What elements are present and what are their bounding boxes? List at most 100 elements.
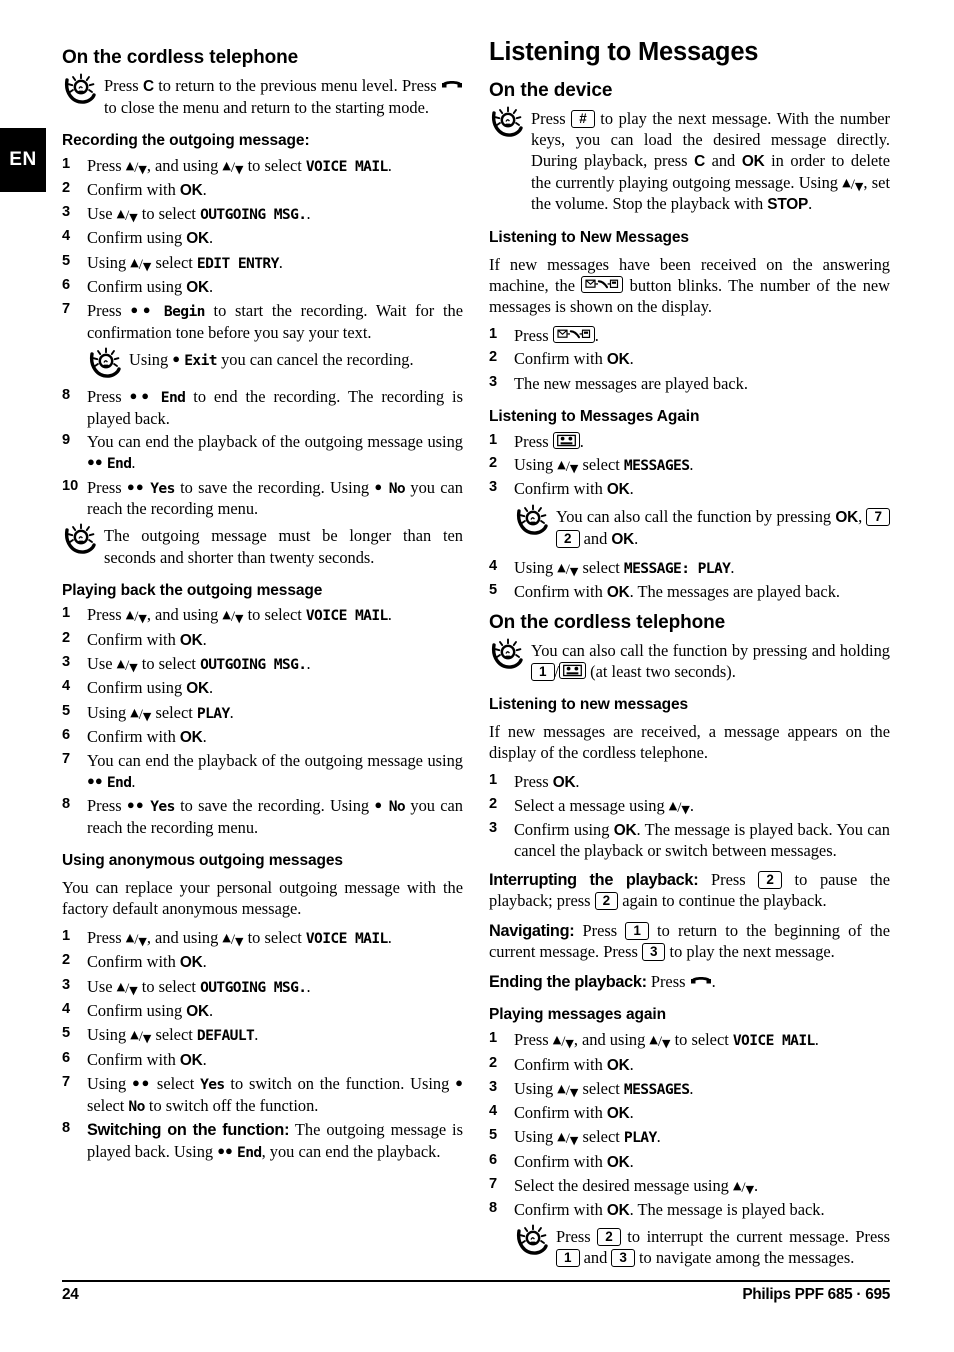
step-number: 2 bbox=[62, 179, 71, 196]
key-ok-label: OK bbox=[606, 351, 630, 369]
cordless-new-messages-intro: If new messages are received, a message … bbox=[489, 721, 890, 762]
step-text: Press bbox=[87, 928, 126, 948]
step-text: , and using bbox=[146, 605, 223, 625]
step-number: 2 bbox=[62, 629, 71, 646]
up-down-arrows-icon: ▲/▼ bbox=[125, 158, 147, 176]
recording-steps-list-continued: 8 Press ●● End to end the recording. The … bbox=[62, 386, 463, 519]
step-text: . bbox=[208, 1001, 214, 1021]
list-item: 8 Press ●● Yes to save the recording. Usi… bbox=[62, 795, 463, 838]
step-text: select bbox=[151, 1025, 197, 1045]
step-number: 3 bbox=[62, 204, 71, 221]
step-text: . bbox=[131, 453, 136, 473]
key-c-label: C bbox=[694, 153, 706, 171]
step-text: select bbox=[87, 1095, 129, 1115]
list-item: 7 Select the desired message using ▲/▼. bbox=[489, 1175, 890, 1196]
step-text: . bbox=[208, 276, 214, 296]
step-text: . bbox=[730, 557, 735, 577]
tip-text: Press bbox=[531, 108, 572, 128]
step-text: . bbox=[202, 952, 207, 972]
paragraph-text: Press bbox=[698, 869, 759, 889]
lcd-text: VOICE MAIL bbox=[732, 1032, 815, 1050]
step-number: 1 bbox=[62, 928, 71, 945]
key-ok-label: OK bbox=[606, 481, 630, 499]
tip-block-call-function-72: You can also call the function by pressi… bbox=[514, 504, 890, 550]
softkey-dot-icon: ● bbox=[374, 478, 384, 494]
list-item: 2 Confirm with OK. bbox=[62, 179, 463, 201]
list-item: 3 Confirm with OK. bbox=[489, 478, 890, 500]
list-item: 6 Confirm with OK. bbox=[489, 1151, 890, 1173]
step-text: to select bbox=[243, 155, 306, 175]
lcd-text: DEFAULT bbox=[196, 1027, 255, 1045]
paragraph-lead-in: Ending the playback: bbox=[489, 972, 647, 991]
paragraph-lead-in: Navigating: bbox=[489, 921, 575, 940]
key-ok-label: OK bbox=[186, 278, 209, 296]
tip-block-on-the-device: Press # to play the next message. With t… bbox=[489, 106, 890, 215]
heading-playing-messages-again: Playing messages again bbox=[489, 1006, 666, 1024]
step-number: 1 bbox=[62, 605, 71, 622]
list-item: 3 Use ▲/▼ to select OUTGOING MSG.. bbox=[62, 976, 463, 998]
step-text: . bbox=[278, 252, 283, 272]
step-number: 8 bbox=[62, 387, 71, 403]
playing-messages-again-steps: 1 Press ▲/▼, and using ▲/▼ to select VOIC… bbox=[489, 1029, 890, 1220]
softkey-dots-icon: ●● bbox=[87, 454, 103, 470]
heading-on-the-device: On the device bbox=[489, 80, 613, 102]
step-text: Confirm using bbox=[87, 1001, 187, 1021]
step-text: . bbox=[306, 654, 311, 673]
key-1: 1 bbox=[556, 1249, 580, 1268]
list-item: 5 Using ▲/▼ select PLAY. bbox=[62, 702, 463, 724]
tip-text: and bbox=[705, 151, 742, 171]
list-item: 1 Press ▲/▼, and using ▲/▼ to select VOIC… bbox=[62, 604, 463, 626]
step-number: 1 bbox=[489, 1030, 498, 1047]
list-item: 1 Press . bbox=[489, 325, 890, 346]
softkey-dots-icon: ●● bbox=[130, 302, 156, 318]
step-text: Confirm with bbox=[514, 1199, 607, 1219]
key-ok-label: OK bbox=[552, 773, 576, 791]
right-column: Listening to Messages On the device Pres… bbox=[489, 38, 890, 1275]
step-text: . bbox=[594, 325, 599, 345]
step-number: 6 bbox=[62, 1049, 71, 1066]
tip-text: The outgoing message must be longer than… bbox=[104, 526, 463, 567]
lcd-text: No bbox=[388, 798, 406, 816]
step-text: Press bbox=[514, 431, 553, 451]
interrupting-playback-paragraph: Interrupting the playback: Press 2 to pa… bbox=[489, 869, 890, 912]
lcd-text: End bbox=[106, 455, 132, 473]
tip-block-cancel-recording: Using ● Exit you can cancel the recordin… bbox=[87, 347, 463, 379]
cassette-key-icon bbox=[559, 661, 587, 679]
step-text: . bbox=[208, 678, 214, 698]
lightbulb-tip-icon bbox=[491, 637, 527, 671]
step-text: Using bbox=[514, 557, 558, 577]
hang-up-icon bbox=[690, 975, 712, 987]
list-item: 1 Press ▲/▼, and using ▲/▼ to select VOIC… bbox=[62, 155, 463, 177]
up-down-arrows-icon: ▲/▼ bbox=[222, 931, 244, 949]
lcd-text: Begin bbox=[163, 303, 206, 321]
step-text: select bbox=[151, 252, 197, 272]
tip-text-a: Press bbox=[104, 75, 143, 95]
key-ok-label: OK bbox=[606, 584, 630, 601]
up-down-arrows-icon: ▲/▼ bbox=[116, 979, 138, 997]
lcd-text: OUTGOING MSG. bbox=[200, 978, 307, 996]
list-item: 1 Press ▲/▼, and using ▲/▼ to select VOIC… bbox=[62, 927, 463, 949]
lcd-text: End bbox=[160, 389, 186, 406]
step-text: Press bbox=[514, 771, 553, 791]
paragraph-text: Press bbox=[646, 971, 690, 991]
key-2: 2 bbox=[556, 529, 580, 548]
lcd-text: No bbox=[128, 1097, 145, 1115]
key-ok-label: OK bbox=[179, 728, 203, 746]
lcd-text: VOICE MAIL bbox=[305, 607, 388, 625]
step-text: . The message is played back. bbox=[629, 1199, 825, 1219]
step-number: 1 bbox=[489, 325, 498, 342]
lcd-text: MESSAGE: PLAY bbox=[623, 559, 731, 577]
softkey-dots-icon: ●● bbox=[131, 1074, 152, 1090]
step-text: . bbox=[629, 1054, 634, 1074]
step-text: Press bbox=[87, 477, 127, 497]
step-number: 5 bbox=[62, 1025, 71, 1042]
step-text: Confirm with bbox=[87, 952, 180, 972]
step-text: . bbox=[629, 1103, 634, 1123]
step-text: Using bbox=[87, 702, 131, 722]
up-down-arrows-icon: ▲/▼ bbox=[130, 255, 152, 273]
step-number: 8 bbox=[489, 1199, 498, 1216]
step-text: Confirm with bbox=[87, 629, 180, 649]
step-text: . bbox=[387, 928, 392, 948]
list-item: 6 Confirm with OK. bbox=[62, 1049, 463, 1071]
lcd-text: PLAY bbox=[196, 704, 230, 722]
